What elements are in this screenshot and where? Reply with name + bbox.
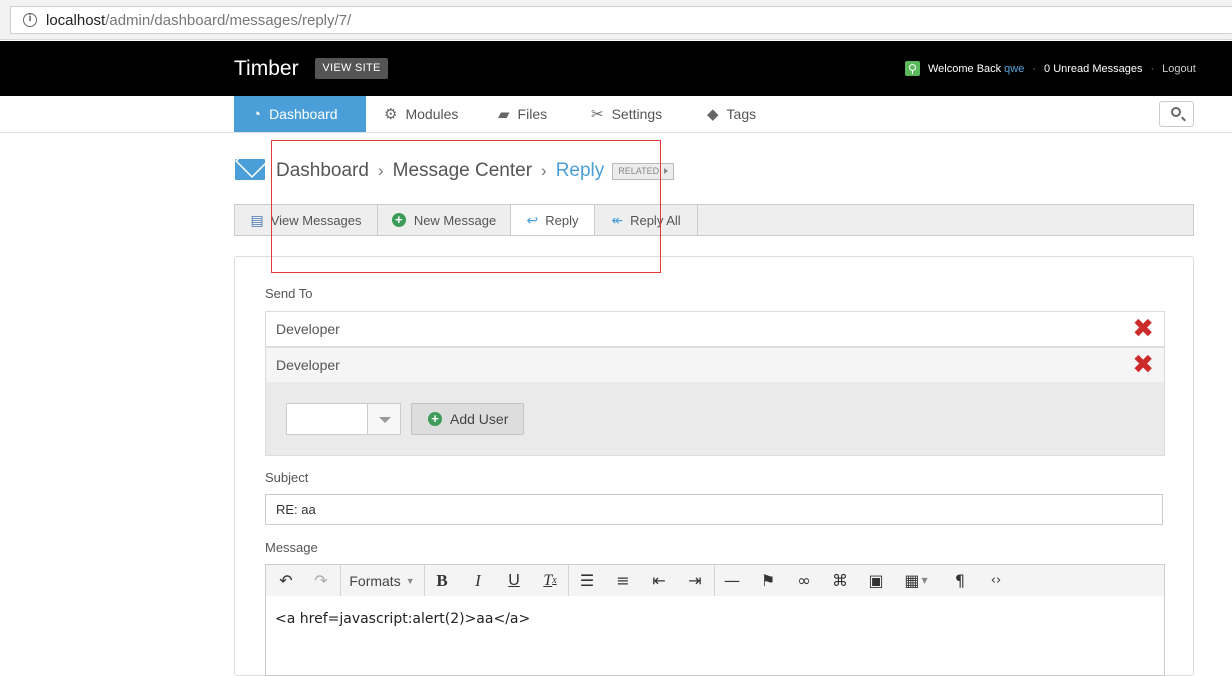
search-button[interactable] bbox=[1159, 101, 1194, 127]
link-icon[interactable]: ∞ bbox=[790, 565, 818, 596]
subject-input[interactable]: RE: aa bbox=[265, 494, 1163, 525]
chevron-down-icon[interactable] bbox=[367, 404, 400, 434]
recipient-name: Developer bbox=[276, 357, 340, 373]
info-icon[interactable]: i bbox=[23, 13, 37, 27]
dashboard-icon: ◔ bbox=[252, 105, 262, 123]
search-icon bbox=[1171, 107, 1181, 117]
browser-address-bar: i localhost/admin/dashboard/messages/rep… bbox=[0, 0, 1232, 40]
gear-icon: ⚙ bbox=[384, 106, 398, 123]
remove-recipient-icon[interactable]: ✖ bbox=[1132, 352, 1154, 378]
list-icon: ▤ bbox=[250, 211, 264, 228]
user-tree-icon bbox=[905, 61, 920, 76]
recipient-row: Developer ✖ bbox=[265, 347, 1165, 383]
folder-icon: ▰ bbox=[498, 106, 510, 123]
message-content: <a href=javascript:alert(2)>aa</a> bbox=[275, 611, 531, 627]
view-site-button[interactable]: VIEW SITE bbox=[315, 58, 388, 79]
nav-modules[interactable]: ⚙ Modules bbox=[384, 96, 458, 132]
recipient-row: Developer ✖ bbox=[265, 311, 1165, 347]
subject-label: Subject bbox=[265, 470, 309, 485]
annotation-highlight-box bbox=[271, 140, 661, 273]
nav-files[interactable]: ▰ Files bbox=[498, 96, 547, 132]
message-label: Message bbox=[265, 540, 318, 555]
caret-right-icon bbox=[664, 168, 669, 174]
italic-icon[interactable]: I bbox=[464, 565, 492, 596]
message-editor[interactable]: <a href=javascript:alert(2)>aa</a> bbox=[265, 596, 1165, 676]
user-select[interactable] bbox=[286, 403, 401, 435]
logout-link[interactable]: Logout bbox=[1162, 63, 1196, 75]
horizontal-rule-icon[interactable]: — bbox=[718, 565, 746, 596]
indent-icon[interactable]: ⇥ bbox=[681, 565, 709, 596]
wrench-icon: ✂ bbox=[591, 106, 604, 123]
envelope-icon bbox=[235, 159, 265, 180]
paragraph-icon[interactable]: ¶ bbox=[946, 565, 974, 596]
formats-dropdown[interactable]: Formats ▼ bbox=[342, 565, 422, 596]
url-text: localhost/admin/dashboard/messages/reply… bbox=[46, 12, 352, 29]
nav-dashboard[interactable]: ◔ Dashboard bbox=[234, 96, 366, 132]
numbered-list-icon[interactable]: ≡ bbox=[609, 565, 637, 596]
main-nav: ◔ Dashboard ⚙ Modules ▰ Files ✂ Settings… bbox=[0, 96, 1232, 133]
add-user-button[interactable]: + Add User bbox=[411, 403, 524, 435]
bullet-list-icon[interactable]: ☰ bbox=[573, 565, 601, 596]
user-status: Welcome Back qwe · 0 Unread Messages · L… bbox=[905, 61, 1196, 76]
send-to-label: Send To bbox=[265, 286, 313, 301]
plus-circle-icon: + bbox=[428, 412, 442, 426]
redo-icon[interactable]: ↷ bbox=[307, 565, 335, 596]
top-bar: Timber VIEW SITE Welcome Back qwe · 0 Un… bbox=[0, 41, 1232, 96]
code-icon[interactable]: ‹› bbox=[982, 565, 1010, 596]
underline-icon[interactable]: U bbox=[500, 565, 528, 596]
nav-tags[interactable]: ◆ Tags bbox=[707, 96, 756, 132]
table-icon[interactable]: ▦ ▼ bbox=[898, 565, 934, 596]
welcome-text: Welcome Back bbox=[928, 62, 1002, 75]
username-link[interactable]: qwe bbox=[1004, 63, 1024, 75]
clear-format-icon[interactable]: Tx bbox=[536, 565, 564, 596]
unlink-icon[interactable]: ⌘ bbox=[826, 565, 854, 596]
remove-recipient-icon[interactable]: ✖ bbox=[1132, 316, 1154, 342]
tag-icon: ◆ bbox=[707, 106, 719, 123]
outdent-icon[interactable]: ⇤ bbox=[645, 565, 673, 596]
bookmark-icon[interactable]: ⚑ bbox=[754, 565, 782, 596]
brand-title[interactable]: Timber bbox=[234, 57, 299, 81]
image-icon[interactable]: ▣ bbox=[862, 565, 890, 596]
recipient-name: Developer bbox=[276, 321, 340, 337]
url-field[interactable]: i localhost/admin/dashboard/messages/rep… bbox=[10, 6, 1232, 34]
unread-messages-link[interactable]: 0 Unread Messages bbox=[1044, 63, 1142, 75]
bold-icon[interactable]: B bbox=[428, 565, 456, 596]
caret-down-icon: ▼ bbox=[405, 575, 415, 586]
editor-toolbar: ↶ ↷ Formats ▼ B I U Tx ☰ ≡ ⇤ ⇥ — ⚑ ∞ ⌘ ▣… bbox=[265, 564, 1165, 597]
undo-icon[interactable]: ↶ bbox=[272, 565, 300, 596]
nav-settings[interactable]: ✂ Settings bbox=[591, 96, 662, 132]
